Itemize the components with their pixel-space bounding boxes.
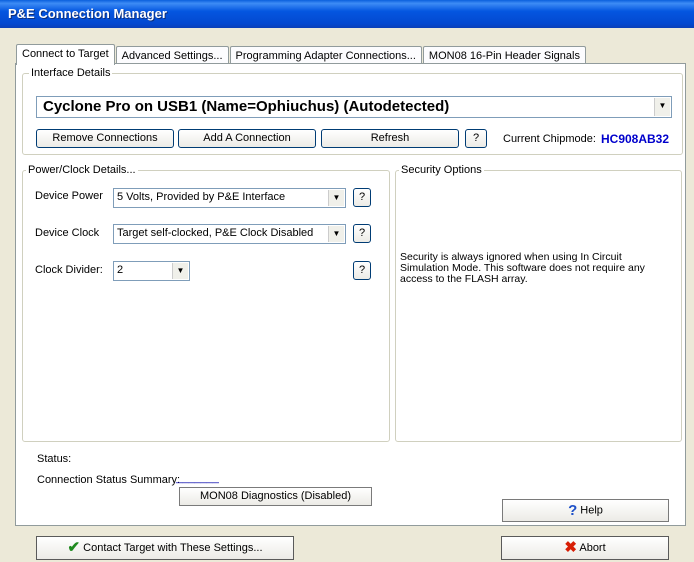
checkmark-icon: ✔ (67, 539, 81, 557)
clock-divider-select[interactable]: 2 ▼ (113, 261, 190, 281)
connection-status-summary-value: _______ (176, 472, 219, 484)
tab-strip: Connect to Target Advanced Settings... P… (16, 44, 587, 65)
remove-connections-button[interactable]: Remove Connections (36, 129, 174, 148)
help-button-label: Help (580, 504, 603, 517)
device-clock-help-button[interactable]: ? (353, 224, 371, 243)
device-power-value: 5 Volts, Provided by P&E Interface (117, 191, 286, 203)
window-title: P&E Connection Manager (0, 0, 694, 28)
contact-target-button[interactable]: ✔ Contact Target with These Settings... (36, 536, 294, 560)
device-clock-value: Target self-clocked, P&E Clock Disabled (117, 227, 314, 239)
help-button[interactable]: ? Help (502, 499, 669, 522)
chevron-down-icon[interactable]: ▼ (654, 98, 670, 116)
connection-manager-window: P&E Connection Manager Connect to Target… (0, 0, 694, 562)
mon08-diagnostics-button[interactable]: MON08 Diagnostics (Disabled) (179, 487, 372, 506)
chevron-down-icon[interactable]: ▼ (328, 226, 344, 242)
add-connection-button[interactable]: Add A Connection (178, 129, 316, 148)
clock-divider-label: Clock Divider: (35, 264, 103, 276)
connection-status-summary-label: Connection Status Summary: (37, 474, 181, 486)
chipmode-label: Current Chipmode: (503, 133, 596, 145)
power-clock-title: Power/Clock Details... (26, 164, 138, 176)
clock-divider-value: 2 (117, 264, 124, 276)
x-icon: ✖ (564, 539, 577, 557)
chipmode-value: HC908AB32 (601, 132, 670, 146)
abort-button-label: Abort (579, 542, 606, 554)
abort-button[interactable]: ✖ Abort (501, 536, 669, 560)
question-icon: ? (568, 502, 578, 519)
status-label: Status: (37, 453, 72, 465)
security-info-text: Security is always ignored when using In… (400, 251, 645, 285)
interface-details-title: Interface Details (29, 67, 113, 79)
device-power-help-button[interactable]: ? (353, 188, 371, 207)
interface-select-value: Cyclone Pro on USB1 (Name=Ophiuchus) (Au… (43, 98, 450, 115)
clock-divider-help-button[interactable]: ? (353, 261, 371, 280)
device-power-select[interactable]: 5 Volts, Provided by P&E Interface ▼ (113, 188, 346, 208)
contact-target-button-label: Contact Target with These Settings... (83, 542, 263, 554)
tab-page: Interface Details Cyclone Pro on USB1 (N… (15, 63, 686, 526)
interface-select[interactable]: Cyclone Pro on USB1 (Name=Ophiuchus) (Au… (36, 96, 672, 118)
security-options-group: Security Options (395, 164, 682, 442)
device-clock-label: Device Clock (35, 227, 100, 239)
device-clock-select[interactable]: Target self-clocked, P&E Clock Disabled … (113, 224, 346, 244)
security-options-title: Security Options (399, 164, 484, 176)
chevron-down-icon[interactable]: ▼ (328, 190, 344, 206)
chevron-down-icon[interactable]: ▼ (172, 263, 188, 279)
refresh-button[interactable]: Refresh (321, 129, 459, 148)
interface-help-button[interactable]: ? (465, 129, 487, 148)
device-power-label: Device Power (35, 190, 103, 202)
tab-connect-to-target[interactable]: Connect to Target (16, 44, 115, 65)
power-clock-group: Power/Clock Details... (22, 164, 390, 442)
